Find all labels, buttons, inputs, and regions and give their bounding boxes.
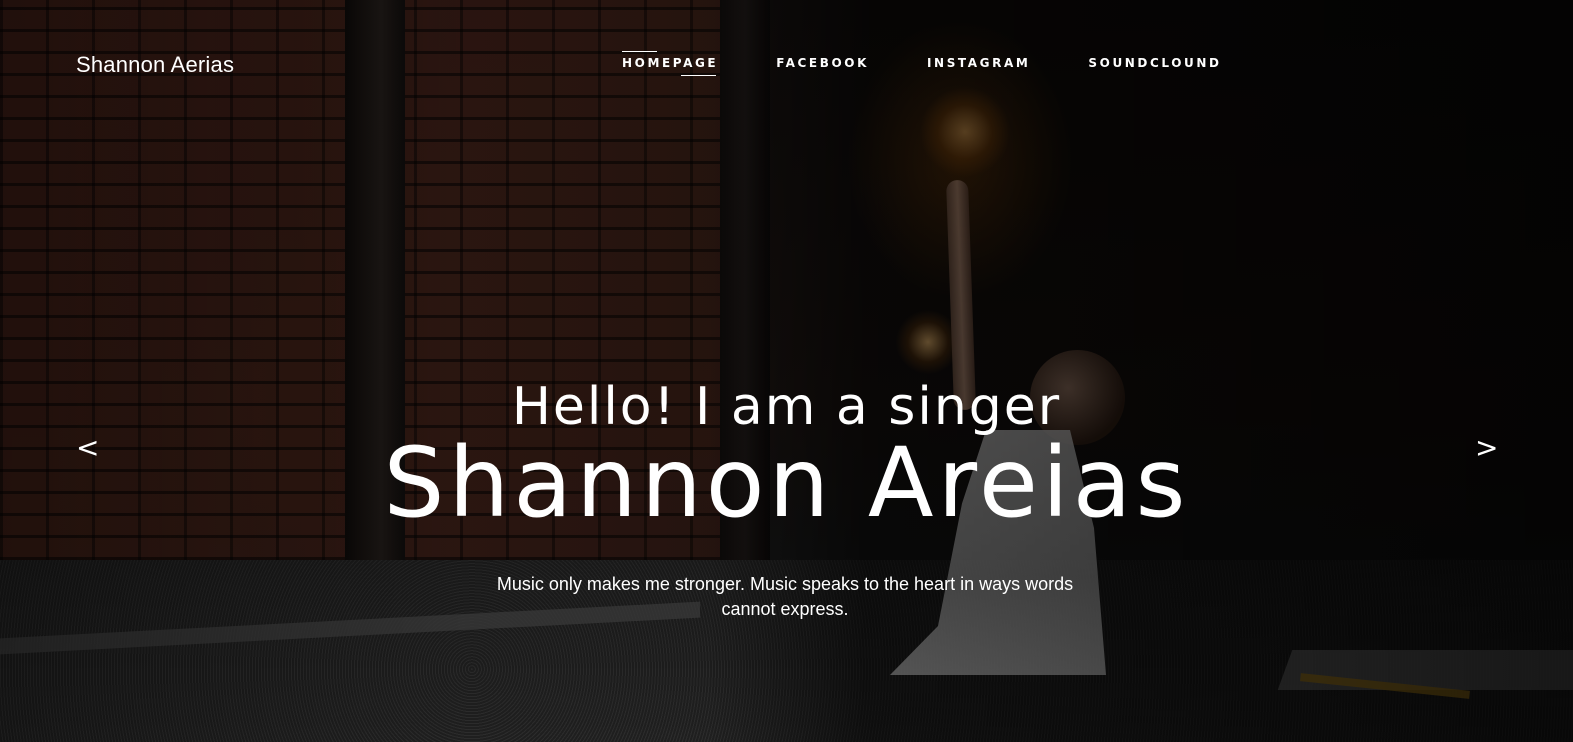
main-nav: HOMEPAGE FACEBOOK INSTAGRAM SOUNDCLOUND bbox=[622, 51, 1222, 76]
nav-item-soundcloud[interactable]: SOUNDCLOUND bbox=[1088, 56, 1221, 70]
background-shade bbox=[0, 0, 1573, 742]
nav-item-homepage[interactable]: HOMEPAGE bbox=[622, 51, 718, 76]
hero-section: Shannon Aerias HOMEPAGE FACEBOOK INSTAGR… bbox=[0, 0, 1573, 742]
chevron-left-icon[interactable]: < bbox=[76, 430, 99, 466]
nav-item-facebook[interactable]: FACEBOOK bbox=[776, 56, 869, 70]
chevron-right-icon[interactable]: > bbox=[1475, 430, 1498, 466]
site-logo[interactable]: Shannon Aerias bbox=[76, 52, 234, 78]
nav-item-instagram[interactable]: INSTAGRAM bbox=[927, 56, 1030, 70]
